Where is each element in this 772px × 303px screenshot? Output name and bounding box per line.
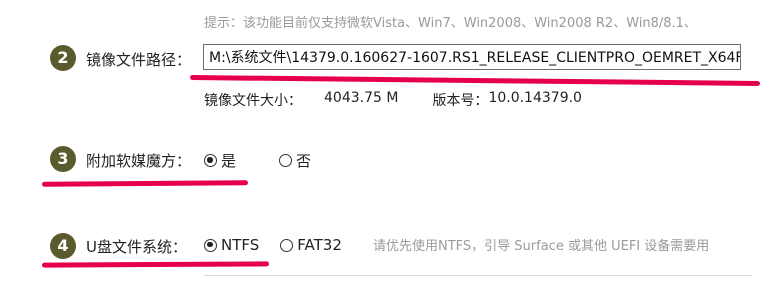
image-path-highlight-underline xyxy=(189,75,761,86)
usb-fs-highlight-underline xyxy=(41,261,270,268)
usb-fs-fat32-option[interactable]: FAT32 xyxy=(280,236,342,254)
soft-rubik-no-option[interactable]: 否 xyxy=(279,150,311,171)
image-path-label: 镜像文件路径： xyxy=(86,51,192,69)
usb-fs-ntfs-option[interactable]: NTFS xyxy=(204,236,259,254)
version-value: 10.0.14379.0 xyxy=(488,90,582,106)
usb-fs-ntfs-radio[interactable] xyxy=(204,238,217,252)
usb-fs-fat32-radio[interactable] xyxy=(280,238,294,252)
soft-rubik-radio-group: 是 否 xyxy=(204,150,311,171)
step-4-badge: 4 xyxy=(50,233,76,259)
image-size-label: 镜像文件大小： xyxy=(204,93,302,109)
soft-rubik-label: 附加软媒魔方： xyxy=(86,152,192,170)
usb-fs-fat32-label: FAT32 xyxy=(297,236,342,254)
usb-fs-note: 请优先使用NTFS，引导 Surface 或其他 UEFI 设备需要用 xyxy=(373,239,710,254)
image-path-input[interactable] xyxy=(203,44,741,70)
step-2-badge: 2 xyxy=(50,45,76,71)
image-info-row: 镜像文件大小： 4043.75 M 版本号： 10.0.14379.0 xyxy=(204,90,582,110)
usb-fs-radio-group: NTFS FAT32 xyxy=(204,236,342,254)
section-divider xyxy=(204,275,752,276)
soft-rubik-highlight-underline xyxy=(41,180,249,187)
soft-rubik-no-radio[interactable] xyxy=(279,154,293,167)
version-label: 版本号： xyxy=(432,93,489,109)
soft-rubik-yes-label: 是 xyxy=(221,152,237,170)
step-3-badge: 3 xyxy=(50,146,76,172)
os-support-hint: 提示：该功能目前仅支持微软Vista、Win7、Win2008、Win2008 … xyxy=(204,16,697,31)
usb-fs-ntfs-label: NTFS xyxy=(221,236,260,254)
soft-rubik-yes-option[interactable]: 是 xyxy=(204,150,236,171)
usb-fs-label: U盘文件系统： xyxy=(86,238,187,256)
image-size-value: 4043.75 M xyxy=(324,90,399,106)
soft-rubik-yes-radio[interactable] xyxy=(204,154,217,167)
soft-rubik-no-label: 否 xyxy=(296,152,312,170)
